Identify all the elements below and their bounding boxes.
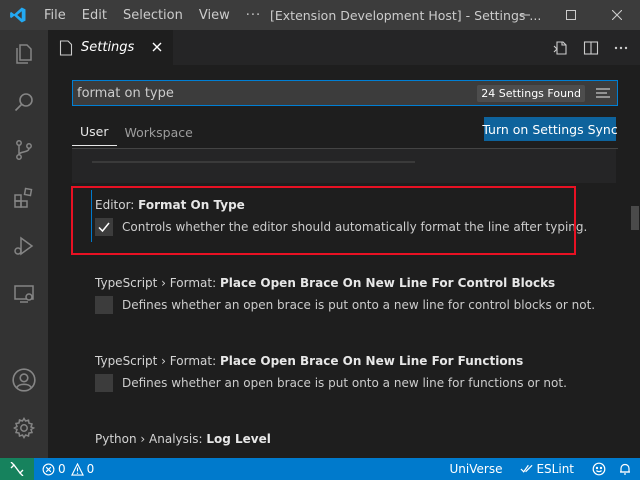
- error-count: 0: [58, 462, 66, 476]
- status-right: UniVerse ESLint: [446, 458, 640, 480]
- universe-status[interactable]: UniVerse: [446, 458, 507, 480]
- setting-name: Place Open Brace On New Line For Control…: [219, 276, 556, 290]
- tab-settings[interactable]: Settings: [48, 30, 173, 65]
- bell-icon: [620, 463, 630, 475]
- warning-count: 0: [86, 462, 95, 476]
- filter-list-icon: [596, 88, 610, 98]
- tab-bar: Settings: [48, 30, 640, 65]
- title-bar: File Edit Selection View ··· [Extension …: [0, 0, 640, 30]
- activity-bar: [0, 30, 48, 458]
- setting-title: Python › Analysis: Log Level: [95, 432, 271, 446]
- ellipsis-icon: [614, 46, 628, 49]
- brace-functions-checkbox[interactable]: [95, 374, 113, 392]
- minimize-icon: [520, 14, 530, 16]
- setting-title: TypeScript › Format: Place Open Brace On…: [95, 276, 555, 290]
- menu-more[interactable]: ···: [238, 0, 269, 30]
- source-control-icon[interactable]: [0, 126, 48, 174]
- toc-divider: [92, 161, 415, 163]
- setting-name: Place Open Brace On New Line For Functio…: [219, 354, 524, 368]
- settings-found-count: 24 Settings Found: [477, 84, 585, 102]
- warning-icon: [70, 462, 84, 476]
- scroll-thumb[interactable]: [631, 206, 639, 230]
- close-icon: [612, 10, 622, 20]
- close-icon: [152, 42, 162, 52]
- scope-tabs: User Workspace: [72, 118, 201, 148]
- settings-list-header: [72, 149, 616, 183]
- setting-category: TypeScript › Format:: [95, 276, 220, 290]
- status-bar: 0 0 UniVerse ESLint: [0, 458, 640, 480]
- menu-view[interactable]: View: [191, 0, 238, 30]
- window-controls: [502, 0, 640, 30]
- tab-user[interactable]: User: [72, 118, 117, 146]
- more-actions-button[interactable]: [612, 39, 630, 57]
- setting-description: Defines whether an open brace is put ont…: [122, 376, 567, 390]
- setting-name: Log Level: [206, 432, 271, 446]
- open-json-icon: [553, 40, 567, 55]
- feedback-icon: [592, 462, 606, 476]
- tab-close-button[interactable]: [149, 39, 165, 55]
- maximize-icon: [566, 10, 576, 20]
- tab-workspace[interactable]: Workspace: [117, 118, 201, 146]
- error-icon: [42, 463, 55, 475]
- remote-indicator[interactable]: [0, 458, 34, 480]
- setting-category: Python › Analysis:: [95, 432, 207, 446]
- brace-control-blocks-checkbox[interactable]: [95, 296, 113, 314]
- setting-description: Defines whether an open brace is put ont…: [122, 298, 596, 312]
- setting-title: TypeScript › Format: Place Open Brace On…: [95, 354, 523, 368]
- split-editor-button[interactable]: [582, 39, 600, 57]
- settings-scrollbar[interactable]: [628, 178, 640, 458]
- run-debug-icon[interactable]: [0, 222, 48, 270]
- eslint-label: ESLint: [536, 462, 574, 476]
- remote-explorer-icon[interactable]: [0, 270, 48, 318]
- highlight-annotation: [71, 186, 576, 255]
- tab-label: Settings: [81, 40, 135, 55]
- editor-actions: [552, 30, 630, 65]
- remote-icon: [10, 462, 24, 476]
- gear-icon[interactable]: [0, 404, 48, 452]
- eslint-status[interactable]: ESLint: [516, 458, 578, 480]
- feedback-button[interactable]: [588, 458, 610, 480]
- account-icon[interactable]: [0, 356, 48, 404]
- setting-row: Defines whether an open brace is put ont…: [95, 296, 595, 314]
- close-window-button[interactable]: [594, 0, 640, 30]
- menu-file[interactable]: File: [36, 0, 74, 30]
- vscode-logo-icon: [0, 0, 36, 30]
- open-settings-json-button[interactable]: [552, 39, 570, 57]
- clear-filter-button[interactable]: [593, 83, 613, 103]
- setting-category: TypeScript › Format:: [95, 354, 220, 368]
- maximize-button[interactable]: [548, 0, 594, 30]
- explorer-icon[interactable]: [0, 30, 48, 78]
- settings-sync-button[interactable]: Turn on Settings Sync: [482, 117, 618, 141]
- file-icon: [59, 39, 73, 56]
- settings-search-input[interactable]: [73, 82, 478, 104]
- extensions-icon[interactable]: [0, 174, 48, 222]
- setting-row: Defines whether an open brace is put ont…: [95, 374, 567, 392]
- split-editor-icon: [583, 40, 599, 55]
- double-check-icon: [520, 464, 533, 473]
- menu-selection[interactable]: Selection: [115, 0, 191, 30]
- editor-area: Settings 24 Settings Found User Workspac…: [48, 30, 640, 458]
- problems-status[interactable]: 0 0: [34, 458, 98, 480]
- settings-search-box: 24 Settings Found: [72, 80, 618, 106]
- notifications-button[interactable]: [614, 458, 636, 480]
- search-icon[interactable]: [0, 78, 48, 126]
- window-title: [Extension Development Host] - Settings …: [270, 7, 542, 23]
- minimize-button[interactable]: [502, 0, 548, 30]
- menu-edit[interactable]: Edit: [74, 0, 115, 30]
